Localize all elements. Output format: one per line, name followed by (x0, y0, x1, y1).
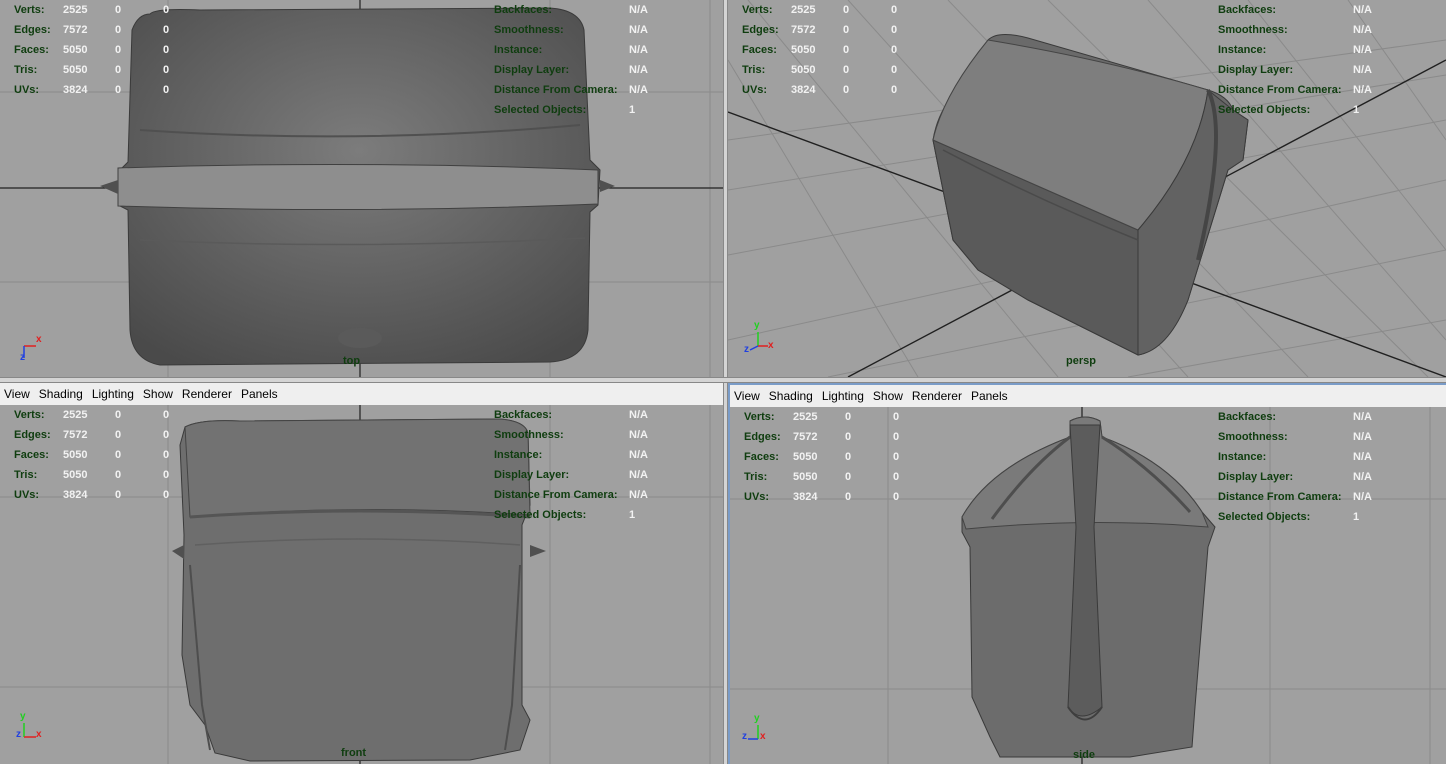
hud-poly-count: Verts: 2525 0 0 Edges: 7572 0 0 Faces: 5050 0 0 T… (744, 407, 913, 507)
hud-row-display-layer: Display Layer: N/A (494, 64, 648, 76)
axis-gizmo-front: y x z (16, 711, 42, 740)
hud-row-faces: Faces: 5050 0 0 (742, 44, 898, 56)
viewport-pane-top[interactable]: Verts: 2525 0 0 Edges: 7572 0 0 Faces: 5050 0 0 T… (0, 0, 723, 377)
chest-model-front[interactable] (172, 418, 546, 762)
camera-label-side: side (1073, 749, 1096, 761)
menu-panels[interactable]: Panels (241, 387, 278, 401)
panel-menu-bar: View Shading Lighting Show Renderer Pane… (730, 385, 1446, 407)
hud-row-uvs: UVs: 3824 0 0 (14, 84, 170, 96)
hud-row-distance: Distance From Camera: N/A (494, 489, 648, 501)
axis-gizmo-persp: y x z (744, 320, 774, 355)
hud-row-tris: Tris: 5050 0 0 (742, 64, 898, 76)
camera-label-top: top (343, 355, 361, 367)
hud-row-backfaces: Backfaces: N/A (494, 4, 648, 16)
viewport-pane-side[interactable]: View Shading Lighting Show Renderer Pane… (728, 383, 1446, 764)
hud-row-backfaces: Backfaces: N/A (494, 409, 648, 421)
hud-object-details: Backfaces: N/A Smoothness: N/A Instance: N/… (494, 405, 648, 525)
hud-row-instance: Instance: N/A (494, 44, 648, 56)
hud-object-details: Backfaces: N/A Smoothness: N/A Instance: N/… (494, 0, 648, 120)
hud-poly-count: Verts: 2525 0 0 Edges: 7572 0 0 Faces: 5050 0 0 T… (742, 0, 911, 100)
hud-row-uvs: UVs: 3824 0 0 (14, 489, 170, 501)
hud-row-instance: Instance: N/A (494, 449, 648, 461)
hud-row-tris: Tris: 5050 0 0 (14, 469, 170, 481)
hud-row-verts: Verts: 2525 0 0 (742, 4, 898, 16)
hud-row-edges: Edges: 7572 0 0 (744, 431, 900, 443)
hud-row-display-layer: Display Layer: N/A (494, 469, 648, 481)
hud-row-edges: Edges: 7572 0 0 (14, 24, 170, 36)
menu-lighting[interactable]: Lighting (92, 387, 134, 401)
hud-row-edges: Edges: 7572 0 0 (14, 429, 170, 441)
hud-row-faces: Faces: 5050 0 0 (14, 449, 170, 461)
menu-shading[interactable]: Shading (39, 387, 83, 401)
hud-row-instance: Instance: N/A (1218, 44, 1372, 56)
hud-row-selected: Selected Objects: 1 (494, 104, 636, 116)
hud-row-tris: Tris: 5050 0 0 (744, 471, 900, 483)
panel-menu-bar: View Shading Lighting Show Renderer Pane… (0, 383, 723, 405)
menu-show[interactable]: Show (143, 387, 173, 401)
axis-gizmo-side: y z x (742, 713, 766, 742)
hud-row-uvs: UVs: 3824 0 0 (744, 491, 900, 503)
camera-label-persp: persp (1066, 355, 1096, 367)
hud-row-selected: Selected Objects: 1 (494, 509, 636, 521)
hud-row-edges: Edges: 7572 0 0 (742, 24, 898, 36)
viewport-pane-front[interactable]: View Shading Lighting Show Renderer Pane… (0, 383, 723, 764)
hud-row-verts: Verts: 2525 0 0 (14, 4, 170, 16)
hud-poly-count: Verts: 2525 0 0 Edges: 7572 0 0 Faces: 5050 0 0 T… (14, 405, 183, 505)
hud-row-distance: Distance From Camera: N/A (1218, 84, 1372, 96)
menu-renderer[interactable]: Renderer (912, 389, 962, 403)
hud-row-distance: Distance From Camera: N/A (1218, 491, 1372, 503)
menu-show[interactable]: Show (873, 389, 903, 403)
hud-row-verts: Verts: 2525 0 0 (744, 411, 900, 423)
menu-renderer[interactable]: Renderer (182, 387, 232, 401)
hud-row-smoothness: Smoothness: N/A (494, 24, 648, 36)
menu-panels[interactable]: Panels (971, 389, 1008, 403)
chest-model-side[interactable] (961, 416, 1216, 758)
hud-row-smoothness: Smoothness: N/A (1218, 24, 1372, 36)
hud-row-smoothness: Smoothness: N/A (1218, 431, 1372, 443)
menu-view[interactable]: View (4, 387, 30, 401)
hud-poly-count: Verts: 2525 0 0 Edges: 7572 0 0 Faces: 5050 0 0 T… (14, 0, 183, 100)
axis-gizmo-top: x z (20, 334, 42, 363)
menu-shading[interactable]: Shading (769, 389, 813, 403)
hud-row-smoothness: Smoothness: N/A (494, 429, 648, 441)
hud-row-display-layer: Display Layer: N/A (1218, 471, 1372, 483)
hud-row-selected: Selected Objects: 1 (1218, 511, 1360, 523)
camera-label-front: front (341, 747, 367, 759)
menu-view[interactable]: View (734, 389, 760, 403)
hud-row-distance: Distance From Camera: N/A (494, 84, 648, 96)
viewport-pane-persp[interactable]: Verts: 2525 0 0 Edges: 7572 0 0 Faces: 5050 0 0 T… (728, 0, 1446, 377)
hud-row-faces: Faces: 5050 0 0 (14, 44, 170, 56)
hud-row-display-layer: Display Layer: N/A (1218, 64, 1372, 76)
hud-object-details: Backfaces: N/A Smoothness: N/A Instance: N/… (1218, 0, 1372, 120)
hud-row-backfaces: Backfaces: N/A (1218, 4, 1372, 16)
hud-row-selected: Selected Objects: 1 (1218, 104, 1360, 116)
hud-row-faces: Faces: 5050 0 0 (744, 451, 900, 463)
hud-row-verts: Verts: 2525 0 0 (14, 409, 170, 421)
hud-row-backfaces: Backfaces: N/A (1218, 411, 1372, 423)
menu-lighting[interactable]: Lighting (822, 389, 864, 403)
hud-row-tris: Tris: 5050 0 0 (14, 64, 170, 76)
hud-row-uvs: UVs: 3824 0 0 (742, 84, 898, 96)
hud-row-instance: Instance: N/A (1218, 451, 1372, 463)
hud-object-details: Backfaces: N/A Smoothness: N/A Instance: N/… (1218, 407, 1372, 527)
